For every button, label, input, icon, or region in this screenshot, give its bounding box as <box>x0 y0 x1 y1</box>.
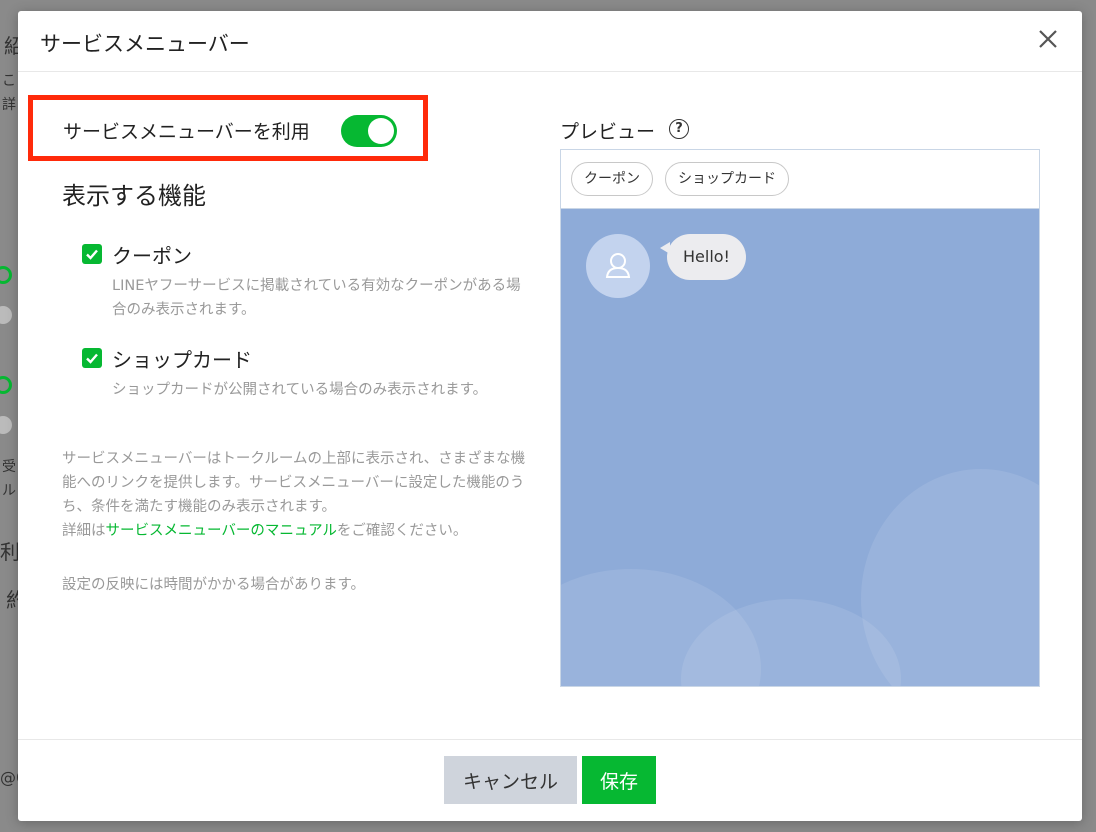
info-prefix: 詳細は <box>62 523 106 539</box>
info-suffix: をご確認ください。 <box>336 523 468 539</box>
preview-menu-bar: クーポン ショップカード <box>561 150 1039 209</box>
bg-text: 詳 <box>2 97 16 113</box>
switch-knob <box>368 118 394 144</box>
preview-panel: クーポン ショップカード Hello! <box>560 149 1040 687</box>
service-menu-toggle-switch[interactable] <box>341 115 397 147</box>
coupon-label: クーポン <box>112 244 192 268</box>
dialog-title: サービスメニューバー <box>40 32 250 56</box>
service-menu-bar-dialog: サービスメニューバー サービスメニューバーを利用 表示する機能 クーポン LIN… <box>18 11 1082 821</box>
user-icon <box>605 253 631 278</box>
cancel-button[interactable]: キャンセル <box>444 756 577 804</box>
close-icon <box>1039 30 1057 48</box>
dialog-header: サービスメニューバー <box>18 11 1082 72</box>
bg-text: ル <box>2 483 16 499</box>
preview-label: プレビュー <box>560 121 656 143</box>
shop-card-checkbox[interactable] <box>82 348 102 368</box>
preview-chip-shop-card: ショップカード <box>665 162 789 196</box>
dialog-footer: キャンセル 保存 <box>18 739 1082 821</box>
manual-link[interactable]: サービスメニューバーのマニュアル <box>106 523 337 539</box>
shop-card-description: ショップカードが公開されている場合のみ表示されます。 <box>112 382 488 398</box>
bg-text: 受 <box>2 459 16 475</box>
service-menu-toggle-row: サービスメニューバーを利用 <box>28 95 428 161</box>
info-body: サービスメニューバーはトークルームの上部に表示され、さまざまな機能へのリンクを提… <box>62 451 526 515</box>
message-bubble: Hello! <box>667 234 746 280</box>
coupon-description: LINEヤフーサービスに掲載されている有効なクーポンがある場合のみ表示されます。 <box>112 278 521 318</box>
help-icon[interactable]: ? <box>669 119 689 139</box>
bg-radio <box>0 416 12 434</box>
shop-card-label: ショップカード <box>112 348 252 372</box>
reflection-note: 設定の反映には時間がかかる場合があります。 <box>62 577 366 593</box>
check-icon <box>86 249 98 260</box>
check-icon <box>86 353 98 364</box>
section-title: 表示する機能 <box>62 182 206 210</box>
bg-radio <box>0 306 12 324</box>
bg-radio <box>0 266 12 284</box>
bg-text: 利 <box>0 540 20 564</box>
bg-text: こ <box>2 73 16 89</box>
preview-chat-background: Hello! <box>561 209 1039 686</box>
avatar <box>586 234 650 298</box>
coupon-checkbox[interactable] <box>82 244 102 264</box>
cloud-shape <box>861 469 1039 686</box>
bg-radio <box>0 376 12 394</box>
info-text: サービスメニューバーはトークルームの上部に表示され、さまざまな機能へのリンクを提… <box>62 447 532 543</box>
preview-chip-coupon: クーポン <box>571 162 653 196</box>
save-button[interactable]: 保存 <box>582 756 656 804</box>
toggle-label: サービスメニューバーを利用 <box>63 121 310 143</box>
close-button[interactable] <box>1036 27 1060 51</box>
